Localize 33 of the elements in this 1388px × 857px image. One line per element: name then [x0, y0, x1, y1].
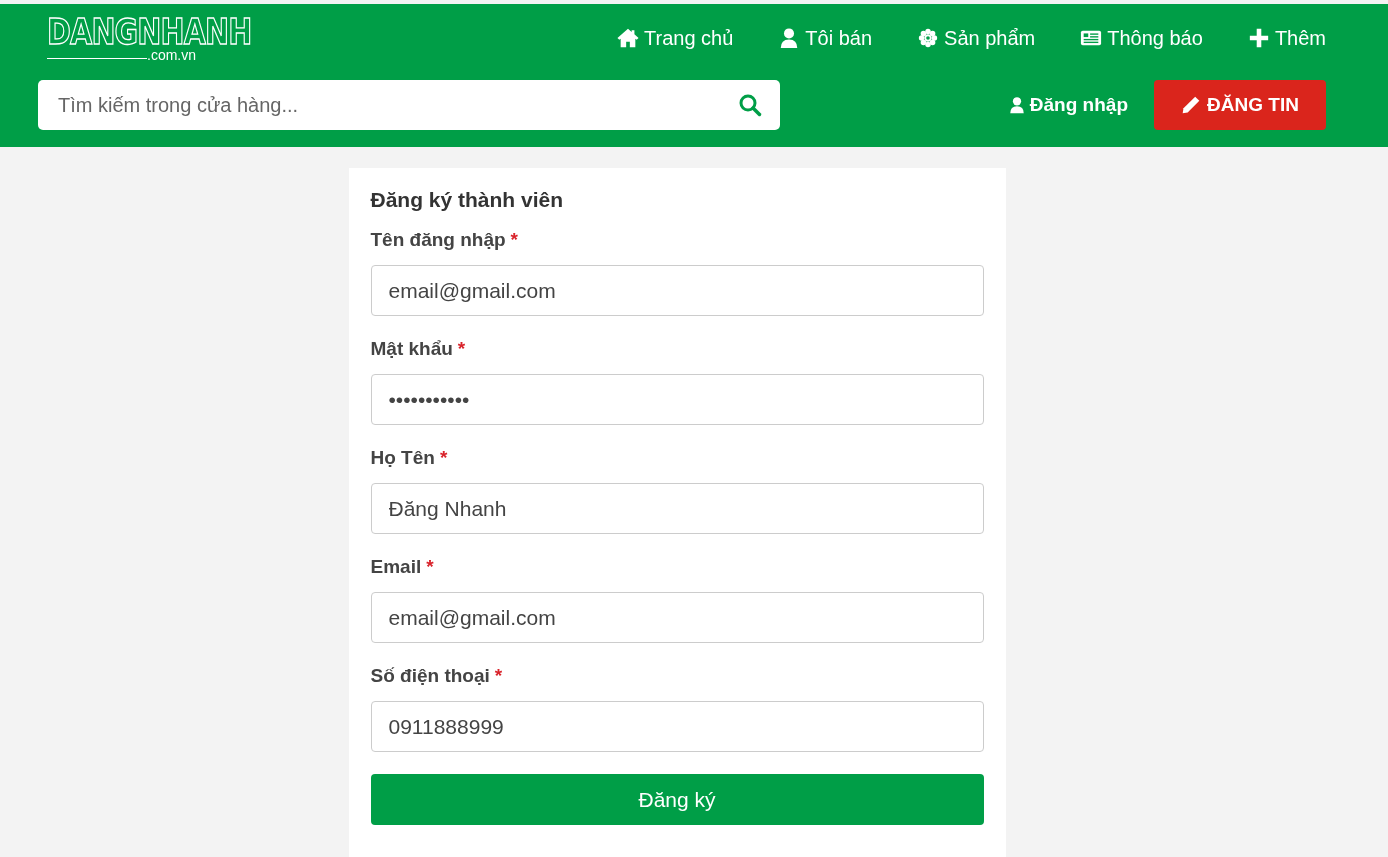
field-label: Mật khẩu: [370, 338, 453, 360]
user-icon: [1007, 95, 1026, 115]
input-field[interactable]: Đăng Nhanh: [370, 483, 984, 534]
required-mark: *: [426, 556, 434, 578]
home-icon: [617, 27, 640, 49]
input-field[interactable]: 0911888999: [370, 701, 984, 752]
field-label: Tên đăng nhập: [370, 229, 506, 251]
input-field[interactable]: email@gmail.com: [370, 265, 984, 316]
flower-icon: [917, 27, 940, 49]
form-title: Đăng ký thành viên: [370, 188, 565, 212]
search-field[interactable]: Tìm kiếm trong cửa hàng...: [38, 80, 780, 130]
post-button[interactable]: ĐĂNG TIN: [1154, 80, 1326, 130]
required-mark: *: [510, 229, 518, 251]
logo-domain[interactable]: .com.vn: [147, 48, 196, 62]
register-button[interactable]: Đăng ký: [370, 774, 984, 825]
required-mark: *: [439, 447, 448, 469]
required-mark: *: [457, 338, 466, 360]
input-field[interactable]: email@gmail.com: [370, 592, 984, 643]
field-label: Họ Tên: [370, 447, 435, 469]
plus-icon: [1247, 27, 1270, 49]
search-icon[interactable]: [738, 93, 762, 117]
nav-link[interactable]: Trang chủ: [617, 26, 734, 50]
login-link[interactable]: Đăng nhập: [1007, 94, 1128, 116]
input-field[interactable]: •••••••••••: [370, 374, 984, 425]
field-label: Email: [370, 556, 422, 578]
pencil-icon: [1181, 95, 1202, 115]
logo-name[interactable]: DANGNHANH: [47, 14, 252, 50]
nav-link[interactable]: Thông báo: [1080, 26, 1203, 50]
field-label: Số điện thoại: [370, 665, 490, 687]
nav-link[interactable]: Sản phẩm: [917, 26, 1036, 50]
required-mark: *: [494, 665, 503, 687]
nav-link[interactable]: Thêm: [1247, 26, 1326, 50]
nav-link[interactable]: Tôi bán: [778, 26, 873, 50]
